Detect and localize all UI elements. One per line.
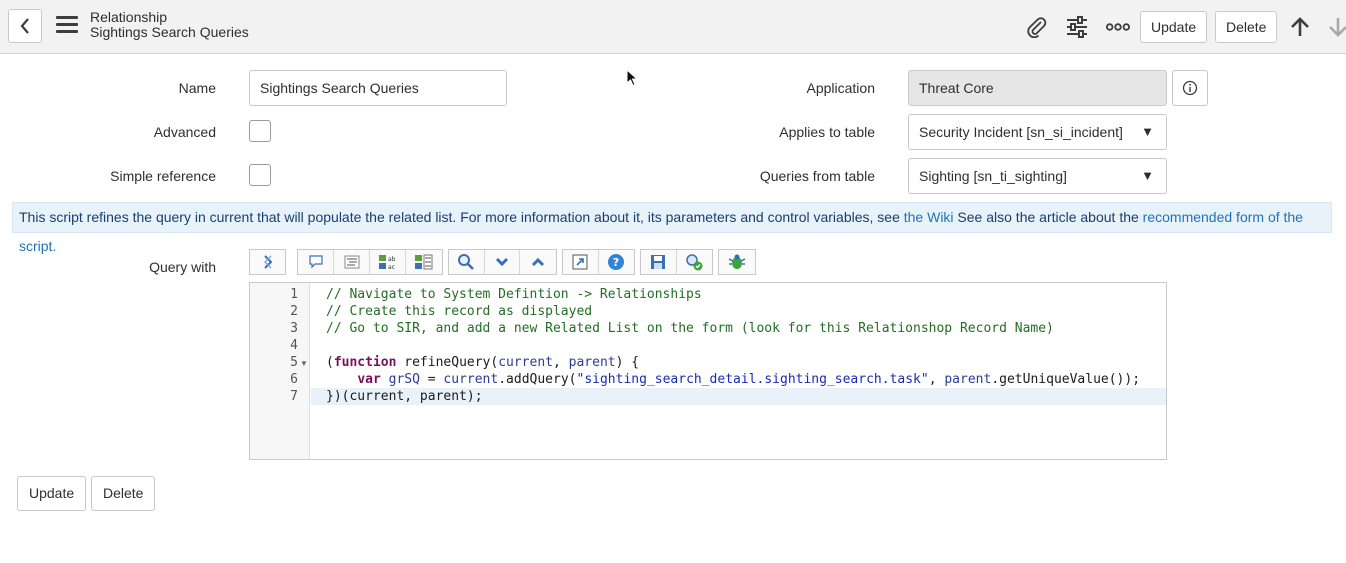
simple-reference-label: Simple reference — [110, 168, 216, 184]
editor-toggle-group — [249, 249, 286, 275]
line-number: 4 — [290, 338, 298, 353]
code-line: })(current, parent); — [326, 389, 483, 404]
line-number: 2 — [290, 304, 298, 319]
arrow-down-icon[interactable] — [1326, 15, 1346, 39]
footer-delete-button[interactable]: Delete — [91, 476, 156, 511]
comment-icon[interactable] — [298, 250, 334, 274]
editor-debug-group — [718, 249, 756, 275]
format-icon[interactable] — [334, 250, 370, 274]
line-number: 7 — [290, 389, 298, 404]
editor-save-group — [640, 249, 713, 275]
editor-format-group: ab ac — [297, 249, 443, 275]
arrow-up-icon[interactable] — [1288, 15, 1312, 39]
queries-from-select[interactable]: Sighting [sn_ti_sighting] ▼ — [908, 158, 1167, 194]
header-update-button[interactable]: Update — [1140, 11, 1208, 43]
replace-icon[interactable]: ab ac — [370, 250, 406, 274]
sliders-icon[interactable] — [1065, 15, 1089, 39]
wiki-link[interactable]: the Wiki — [904, 209, 954, 225]
toggle-editor-icon[interactable] — [250, 250, 285, 274]
application-label: Application — [806, 80, 876, 96]
script-editor[interactable]: 1 2 3 4 5 ▼ 6 7 // Navigate to System De… — [249, 282, 1167, 460]
application-field: Threat Core — [908, 70, 1167, 106]
line-number: 3 — [290, 321, 298, 336]
line-number: 6 — [290, 372, 298, 387]
advanced-label: Advanced — [153, 124, 216, 140]
svg-text:?: ? — [613, 256, 619, 269]
line-number: 5 — [290, 355, 298, 370]
fullscreen-icon[interactable] — [563, 250, 599, 274]
hamburger-menu-icon[interactable] — [56, 16, 78, 36]
record-type-title: Relationship — [90, 9, 168, 25]
queries-from-value: Sighting [sn_ti_sighting] — [919, 168, 1067, 184]
more-icon[interactable] — [1106, 15, 1130, 39]
header-bar: Relationship Sightings Search Queries Up… — [0, 0, 1346, 54]
replace-all-icon[interactable] — [406, 250, 442, 274]
code-line: // Go to SIR, and add a new Related List… — [326, 321, 1054, 336]
back-button[interactable] — [8, 9, 42, 43]
fold-arrow-icon[interactable]: ▼ — [300, 359, 308, 368]
dropdown-caret-icon: ▼ — [1141, 168, 1154, 183]
script-info-message: This script refines the query in current… — [12, 202, 1332, 254]
script-check-icon[interactable] — [677, 250, 713, 274]
record-name-title: Sightings Search Queries — [90, 24, 249, 40]
advanced-checkbox[interactable] — [249, 120, 271, 142]
simple-reference-checkbox[interactable] — [249, 164, 271, 186]
applies-to-value: Security Incident [sn_si_incident] — [919, 124, 1123, 140]
applies-to-select[interactable]: Security Incident [sn_si_incident] ▼ — [908, 114, 1167, 150]
name-label: Name — [178, 80, 216, 96]
editor-view-group: ? — [562, 249, 635, 275]
info-icon — [1182, 80, 1198, 96]
save-icon[interactable] — [641, 250, 677, 274]
help-icon[interactable]: ? — [599, 250, 635, 274]
find-next-icon[interactable] — [485, 250, 521, 274]
queries-from-label: Queries from table — [759, 168, 875, 184]
dropdown-caret-icon: ▼ — [1141, 124, 1154, 139]
line-number: 1 — [290, 287, 298, 302]
footer-update-button[interactable]: Update — [17, 476, 87, 511]
page-title: Relationship Sightings Search Queries — [90, 10, 249, 40]
debug-icon[interactable] — [719, 250, 755, 274]
name-field[interactable]: Sightings Search Queries — [249, 70, 507, 106]
info-text-2: See also the article about the — [953, 209, 1143, 225]
search-icon[interactable] — [449, 250, 485, 274]
code-line: var grSQ = current.addQuery("sighting_se… — [357, 372, 1141, 387]
code-line: // Navigate to System Defintion -> Relat… — [326, 287, 702, 302]
applies-to-label: Applies to table — [779, 124, 875, 140]
editor-search-group — [448, 249, 557, 275]
svg-text:ac: ac — [388, 264, 395, 270]
mouse-cursor-icon — [626, 69, 638, 87]
query-with-label: Query with — [149, 259, 216, 275]
find-prev-icon[interactable] — [520, 250, 556, 274]
header-delete-button[interactable]: Delete — [1215, 11, 1278, 43]
chevron-left-icon — [20, 18, 29, 34]
info-button[interactable] — [1172, 70, 1208, 106]
code-line: // Create this record as displayed — [326, 304, 593, 319]
paperclip-icon[interactable] — [1025, 15, 1049, 39]
svg-text:ab: ab — [388, 256, 396, 263]
code-line: (function refineQuery(current, parent) { — [326, 355, 640, 370]
info-text-1: This script refines the query in current… — [19, 209, 904, 225]
